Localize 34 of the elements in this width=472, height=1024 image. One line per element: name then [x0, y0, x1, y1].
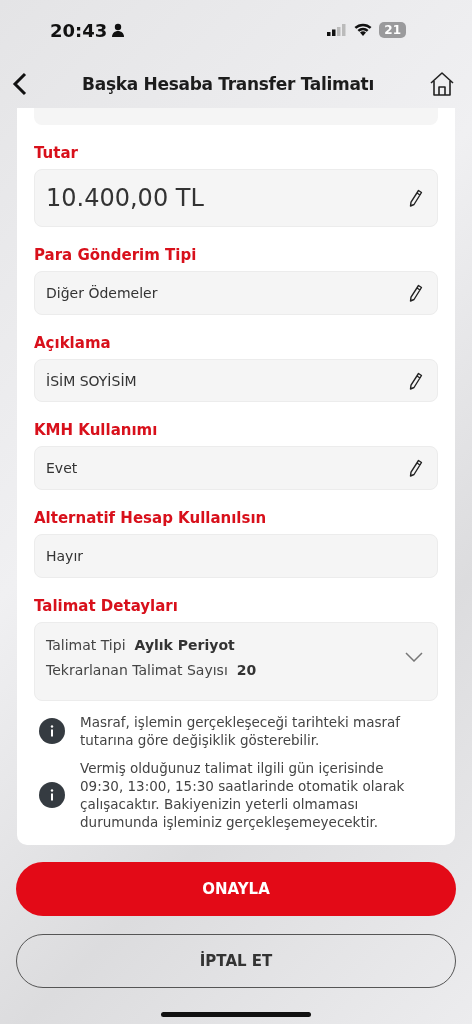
- signal-icon: [327, 24, 348, 36]
- info-note: Masraf, işlemin gerçekleşeceği tarihteki masraf tutarına göre değişiklik gösterebilir.: [80, 713, 402, 749]
- pencil-icon: [409, 189, 423, 208]
- field-label: Tutar: [34, 144, 79, 161]
- pencil-icon: [409, 371, 423, 390]
- page-title: Başka Hesaba Transfer Talimatı: [82, 74, 374, 94]
- home-button[interactable]: [428, 70, 456, 98]
- field-label: Para Gönderim Tipi: [34, 247, 198, 264]
- value-field[interactable]: İSİM SOYİSİM: [34, 358, 438, 403]
- value-field[interactable]: 10.400,00 TL: [34, 168, 438, 228]
- field-label: KMH Kullanımı: [34, 422, 159, 439]
- value-field[interactable]: Evet: [34, 446, 438, 490]
- battery-level: 21: [379, 22, 406, 38]
- field-label: Alternatif Hesap Kullanılsın: [34, 510, 268, 526]
- detail-name: Talimat Tipi: [46, 636, 126, 653]
- info-icon: [39, 718, 65, 744]
- details-panel[interactable]: Talimat Tipi Aylık Periyot Tekrarlanan Talimat Sayısı 20: [34, 621, 438, 701]
- back-button[interactable]: [12, 72, 28, 96]
- pencil-icon: [409, 284, 423, 303]
- person-icon: [111, 22, 126, 37]
- detail-value: 20: [236, 661, 257, 678]
- wifi-icon: [353, 23, 374, 37]
- chevron-icon[interactable]: [405, 652, 423, 663]
- field-label: Açıklama: [34, 334, 112, 351]
- pencil-icon: [409, 459, 423, 478]
- field-label: Talimat Detayları: [34, 597, 179, 614]
- detail-name: Tekrarlanan Talimat Sayısı: [46, 661, 228, 678]
- value-field[interactable]: Diğer Ödemeler: [34, 271, 438, 315]
- detail-value: Aylık Periyot: [134, 636, 235, 653]
- confirm-button[interactable]: ONAYLA: [16, 862, 456, 916]
- info-note: Vermiş olduğunuz talimat ilgili gün içerisinde 09:30, 13:00, 15:30 saatlarinde otomatik olarak çalışacaktır. Bakiyenizin yeterli olmaması durumunda işleminiz gerçekleşemeyecektir.: [80, 759, 406, 831]
- info-icon: [39, 782, 65, 808]
- value-field[interactable]: Hayır: [34, 534, 438, 578]
- status-time: 20:43: [50, 19, 126, 41]
